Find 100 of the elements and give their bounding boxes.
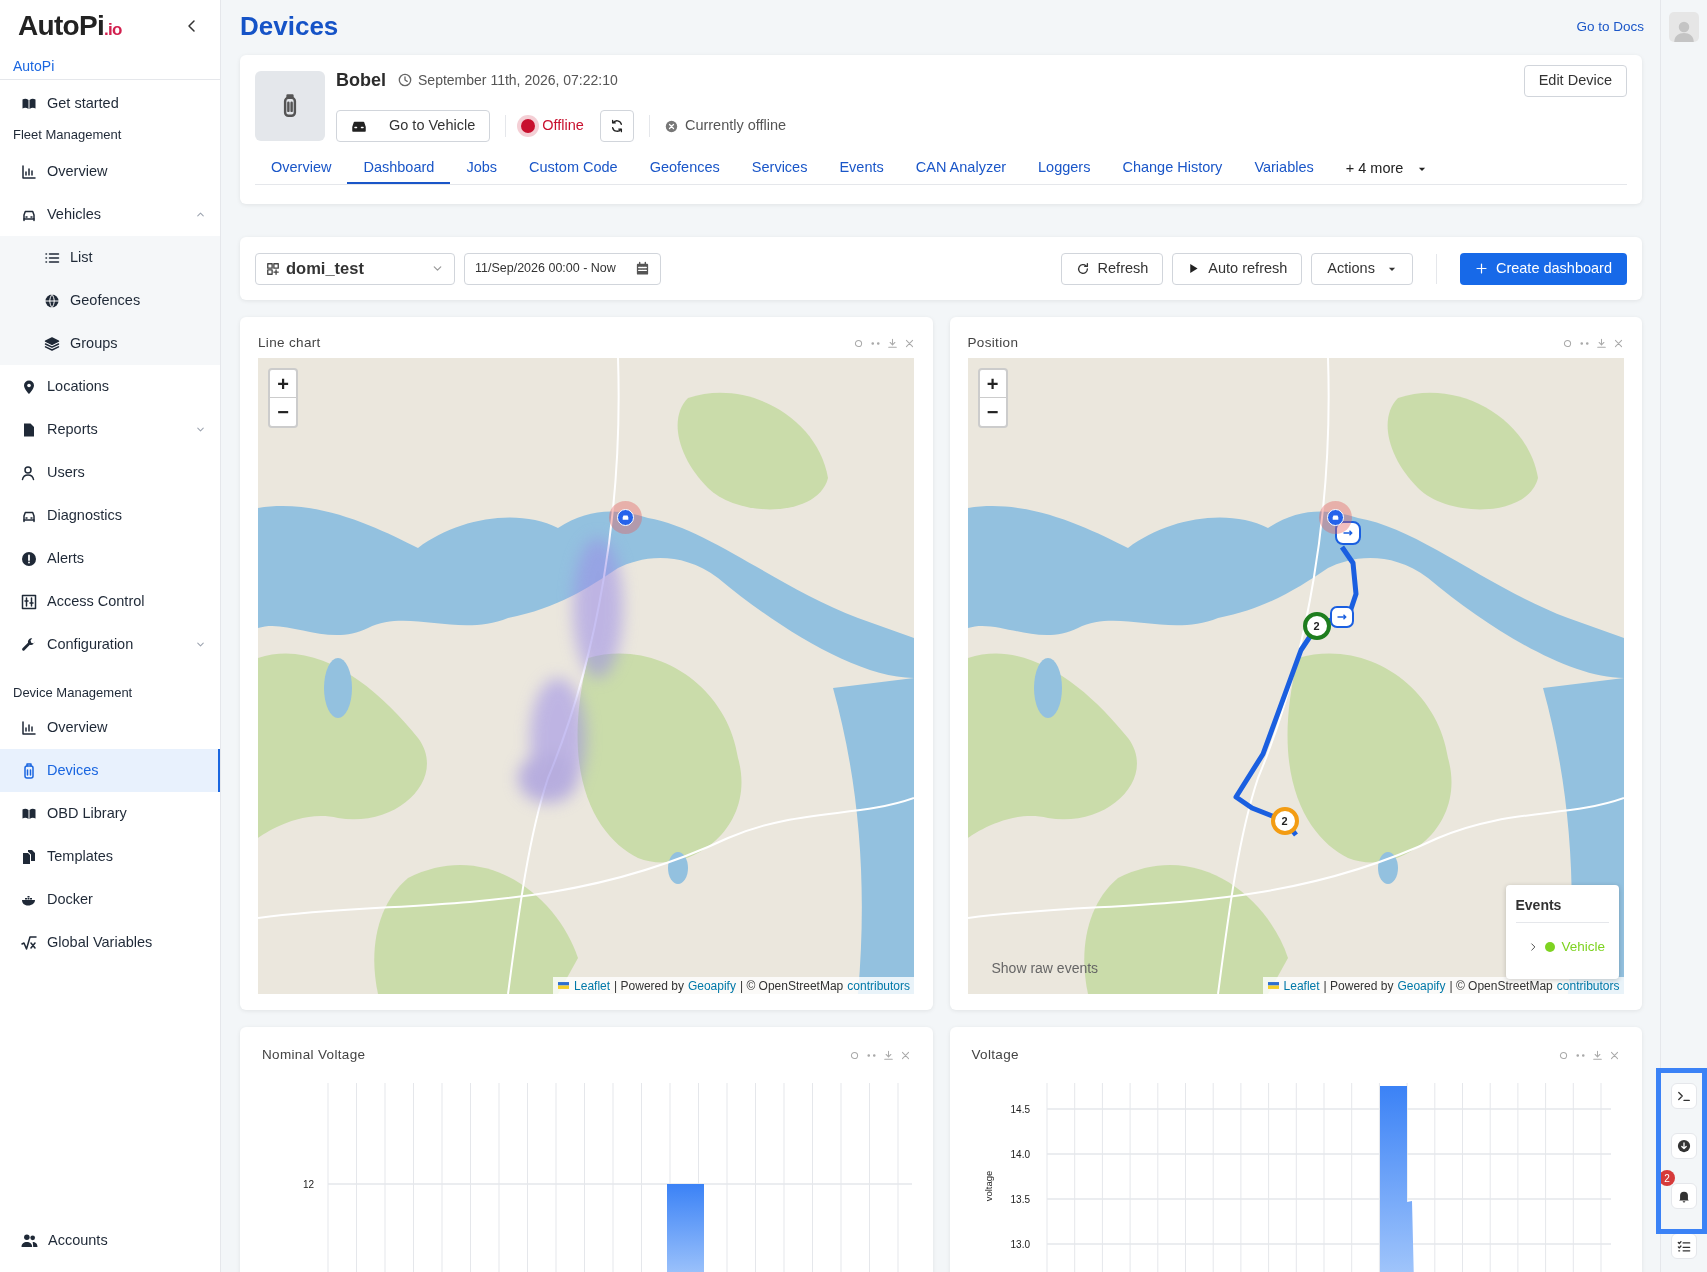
nav-item[interactable]: Docker	[0, 878, 220, 921]
arrow-marker-icon[interactable]	[1329, 606, 1354, 628]
zoom-out-button[interactable]: −	[979, 398, 1006, 426]
checklist-button[interactable]	[1671, 1233, 1697, 1259]
vehicle-marker-icon[interactable]	[1318, 501, 1352, 534]
docs-link[interactable]: Go to Docs	[1576, 17, 1644, 38]
download-icon[interactable]	[1592, 1049, 1603, 1061]
nav-item[interactable]: Accounts	[0, 1219, 220, 1262]
tab[interactable]: Events	[823, 154, 900, 184]
nav-item[interactable]: Overview	[0, 706, 220, 749]
auto-refresh-button[interactable]: Auto refresh	[1172, 252, 1303, 285]
go-to-vehicle-button[interactable]: Go to Vehicle	[336, 110, 491, 142]
nav-item[interactable]: Vehicles	[0, 193, 220, 236]
nav-item[interactable]: Templates	[0, 835, 220, 878]
nav-item[interactable]: Get started	[0, 84, 220, 124]
notifications-button[interactable]	[1671, 1183, 1697, 1209]
close-icon[interactable]	[899, 1049, 911, 1061]
actions-dropdown[interactable]: Actions	[1311, 252, 1413, 285]
download-icon[interactable]	[886, 337, 898, 349]
tab[interactable]: Overview	[255, 154, 348, 184]
edit-device-button[interactable]: Edit Device	[1523, 65, 1627, 97]
calendar-icon	[635, 261, 650, 276]
tab[interactable]: Dashboard	[347, 154, 451, 184]
refresh-icon	[609, 119, 624, 133]
close-icon[interactable]	[1609, 1049, 1620, 1061]
nav-item[interactable]: Diagnostics	[0, 494, 220, 537]
axis-tick-label: 13.5	[1010, 1194, 1030, 1205]
dashboard-select[interactable]: domi_test	[255, 252, 455, 285]
attribution-link[interactable]: Geoapify	[687, 976, 736, 994]
nav-item[interactable]: Locations	[0, 365, 220, 408]
tab[interactable]: CAN Analyzer	[899, 154, 1023, 184]
section-heading: Device Management	[13, 684, 133, 703]
date-range-field[interactable]: 11/Sep/2026 00:00 - Now	[464, 252, 661, 285]
user-icon	[21, 464, 37, 481]
refresh-button[interactable]: Refresh	[1060, 252, 1164, 285]
nav-item[interactable]: Groups	[0, 322, 220, 365]
more-tabs-dropdown[interactable]: + 4 more	[1333, 154, 1440, 184]
attribution-link[interactable]: contributors	[847, 976, 910, 994]
section-heading: Fleet Management	[13, 126, 122, 145]
alert-icon	[21, 550, 37, 567]
refresh-button[interactable]	[599, 110, 634, 142]
download-icon[interactable]	[1596, 337, 1607, 349]
nav-item[interactable]: Access Control	[0, 580, 220, 623]
sliders-icon	[21, 593, 37, 610]
logo: AutoPi.io	[18, 9, 122, 43]
circle-icon[interactable]	[848, 1049, 860, 1061]
tab[interactable]: Services	[735, 154, 824, 184]
zoom-in-button[interactable]: +	[270, 370, 296, 398]
avatar[interactable]	[1669, 12, 1699, 42]
tab[interactable]: Jobs	[450, 154, 513, 184]
page-title: Devices	[240, 9, 339, 43]
device-icon	[21, 762, 37, 779]
tab[interactable]: Change History	[1106, 154, 1239, 184]
tab[interactable]: Geofences	[633, 154, 736, 184]
tab[interactable]: Custom Code	[513, 154, 634, 184]
nav-item[interactable]: OBD Library	[0, 792, 220, 835]
pin-icon	[21, 378, 37, 395]
panel-title: Events	[1515, 895, 1609, 923]
function-icon	[21, 934, 37, 951]
device-name: Bobel	[336, 68, 386, 92]
vehicle-marker-icon[interactable]	[609, 501, 642, 534]
nav-item[interactable]: Users	[0, 451, 220, 494]
circle-icon[interactable]	[852, 337, 864, 349]
nav-item[interactable]: Reports	[0, 408, 220, 451]
nav-item[interactable]: Configuration	[0, 623, 220, 666]
attribution-text: | Powered by	[614, 977, 684, 994]
nav-item[interactable]: Overview	[0, 150, 220, 193]
attribution-link[interactable]: contributors	[1556, 976, 1620, 994]
download-button[interactable]	[1671, 1133, 1697, 1159]
terminal-button[interactable]	[1671, 1083, 1697, 1109]
nav-item[interactable]: Geofences	[0, 279, 220, 322]
widget-title: Nominal Voltage	[262, 1045, 366, 1064]
zoom-out-button[interactable]: −	[270, 398, 296, 426]
close-icon[interactable]	[1613, 337, 1624, 349]
create-dashboard-button[interactable]: Create dashboard	[1459, 252, 1627, 285]
flag-icon	[1266, 980, 1280, 991]
raw-events-link[interactable]: Show raw events	[991, 958, 1099, 979]
book-icon	[21, 96, 37, 112]
close-icon[interactable]	[903, 337, 915, 349]
nav-item[interactable]: List	[0, 236, 220, 279]
attribution-link[interactable]: Leaflet	[1283, 976, 1320, 994]
chevron-down-icon	[195, 424, 206, 435]
circle-icon[interactable]	[1558, 1049, 1569, 1061]
attribution-link[interactable]: Geoapify	[1397, 976, 1446, 994]
close-circle-icon	[664, 119, 678, 133]
nav-item[interactable]: Devices	[0, 749, 220, 792]
nav-item[interactable]: Global Variables	[0, 921, 220, 964]
tab[interactable]: Loggers	[1022, 154, 1107, 184]
zoom-in-button[interactable]: +	[979, 370, 1006, 398]
nav-item[interactable]: Alerts	[0, 537, 220, 580]
checklist-icon	[1677, 1239, 1691, 1253]
attribution-text: | © OpenStreetMap	[739, 977, 844, 994]
circle-icon[interactable]	[1562, 337, 1573, 349]
chevron-down-icon	[195, 639, 206, 650]
tab[interactable]: Variables	[1238, 154, 1330, 184]
organization-name[interactable]: AutoPi	[13, 56, 55, 77]
layers-icon	[44, 335, 60, 352]
attribution-link[interactable]: Leaflet	[574, 976, 611, 994]
flag-icon	[557, 980, 571, 991]
download-icon[interactable]	[882, 1049, 894, 1061]
